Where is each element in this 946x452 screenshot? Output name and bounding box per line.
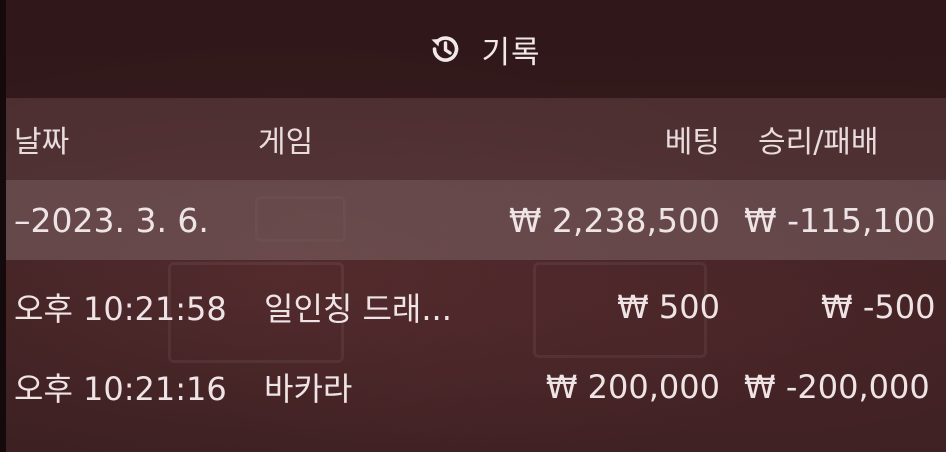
- row-time: 오후 10:21:16: [14, 370, 227, 408]
- page-title: 기록: [481, 34, 541, 71]
- column-header-row: 날짜 게임 베팅 승리/패배: [6, 98, 946, 180]
- column-header-game: 게임: [258, 125, 314, 160]
- row-bet: ₩ 500: [617, 288, 720, 326]
- history-header: 기록: [6, 0, 946, 98]
- history-panel: 기록 날짜 게임 베팅 승리/패배 –2023. 3. 6. ₩ 2,238,5…: [0, 0, 946, 452]
- row-game: 일인칭 드래...: [264, 290, 452, 328]
- column-header-date: 날짜: [14, 125, 70, 160]
- row-bet: ₩ 200,000: [545, 368, 720, 406]
- group-win-loss-total: ₩ -115,100: [744, 200, 936, 240]
- row-game: 바카라: [264, 370, 353, 408]
- row-win-loss: ₩ -200,000: [744, 368, 930, 406]
- group-bet-total: ₩ 2,238,500: [508, 200, 720, 240]
- history-row[interactable]: 오후 10:21:58 일인칭 드래... ₩ 500 ₩ -500: [6, 268, 946, 346]
- date-group-row[interactable]: –2023. 3. 6. ₩ 2,238,500 ₩ -115,100: [6, 180, 946, 260]
- row-win-loss: ₩ -500: [821, 288, 936, 326]
- history-row[interactable]: 오후 10:21:16 바카라 ₩ 200,000 ₩ -200,000: [6, 348, 946, 426]
- row-time: 오후 10:21:58: [14, 290, 227, 328]
- column-header-win-loss: 승리/패배: [758, 125, 879, 160]
- group-date: –2023. 3. 6.: [14, 200, 209, 240]
- column-header-bet: 베팅: [664, 125, 720, 160]
- history-icon: [427, 31, 463, 67]
